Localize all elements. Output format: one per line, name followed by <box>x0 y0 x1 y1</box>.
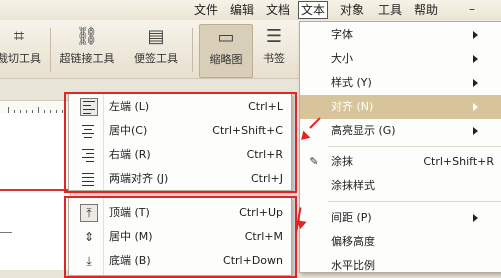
menu-item-label: 高亮显示 (G) <box>331 124 396 137</box>
align-center-icon <box>82 124 96 138</box>
minimize-button[interactable]: – <box>469 3 481 16</box>
smear-icon: ✎ <box>309 155 319 168</box>
menu-item-shortcut: Ctrl+J <box>250 172 283 185</box>
align-right-icon <box>82 148 96 162</box>
menu-item-label: 顶端 (T) <box>109 206 150 219</box>
align-bottom-item[interactable]: ⤓ 底端 (B) Ctrl+Down <box>69 249 291 273</box>
note-icon: ▤ <box>147 26 165 47</box>
menu-item-label: 大小 <box>331 52 353 65</box>
align-left-item[interactable]: 左端 (L) Ctrl+L <box>69 95 291 119</box>
submenu-arrow-icon <box>473 214 478 222</box>
menu-separator <box>328 146 501 147</box>
menu-item-label: 涂抹 <box>331 155 353 168</box>
menu-item-label: 居中 (M) <box>109 230 153 243</box>
bookmark-list-icon: ☰ <box>265 26 283 47</box>
menu-item-label: 两端对齐 (J) <box>109 172 169 185</box>
menu-item-label: 间距 (P) <box>331 211 372 224</box>
menu-item-shortcut: Ctrl+R <box>246 148 283 161</box>
submenu-arrow-icon <box>473 55 478 63</box>
menu-separator <box>328 201 501 202</box>
align-top-icon: ⤒ <box>80 204 98 222</box>
thumbnail-label: 缩略图 <box>209 53 243 66</box>
menu-item-label: 样式 (Y) <box>331 76 372 89</box>
menu-item-label: 居中(C) <box>109 124 148 137</box>
align-right-item[interactable]: 右端 (R) Ctrl+R <box>69 143 291 167</box>
document-text-line <box>0 232 12 233</box>
align-bottom-icon: ⤓ <box>86 254 92 268</box>
submenu-arrow-icon <box>473 31 478 39</box>
crop-icon: ⌗ <box>13 26 25 47</box>
toolbar-divider <box>192 28 193 72</box>
menu-edit[interactable]: 编辑 <box>230 2 254 18</box>
align-justify-icon <box>82 172 96 186</box>
bookmark-label: 书签 <box>263 52 285 65</box>
menu-item-label: 对齐 (N) <box>331 100 374 113</box>
text-menu: 字体 大小 样式 (Y) 对齐 (N) 高亮显示 (G) ✎ 涂抹 Ctrl+S… <box>299 21 501 273</box>
align-left-icon <box>80 98 98 116</box>
menu-item-smear-style[interactable]: 涂抹样式 <box>300 174 501 198</box>
align-middle-icon: ⇕ <box>83 230 95 244</box>
menu-item-style[interactable]: 样式 (Y) <box>300 71 501 95</box>
menu-item-shortcut: Ctrl+Shift+R <box>423 155 494 168</box>
annotation-arrowhead-icon <box>295 220 307 230</box>
menu-item-shortcut: Ctrl+Up <box>239 206 283 219</box>
hyperlink-tool-button[interactable]: ⛓ 超链接工具 <box>54 24 120 76</box>
document-page[interactable] <box>0 113 71 270</box>
menu-item-size[interactable]: 大小 <box>300 47 501 71</box>
vertical-align-submenu: ⤒ 顶端 (T) Ctrl+Up ⇕ 居中 (M) Ctrl+M ⤓ 底端 (B… <box>68 196 292 276</box>
submenu-arrow-icon <box>473 79 478 87</box>
menu-item-label: 涂抹样式 <box>331 179 375 192</box>
menu-item-label: 底端 (B) <box>109 254 151 267</box>
menu-item-shortcut: Ctrl+M <box>244 230 283 243</box>
thumbnail-icon: ▭ <box>217 27 235 48</box>
menu-document[interactable]: 文档 <box>266 2 290 18</box>
menu-item-label: 右端 (R) <box>109 148 151 161</box>
menu-tools[interactable]: 工具 <box>378 2 402 18</box>
toolbar-divider <box>50 28 51 72</box>
crop-tool-label: 裁切工具 <box>0 52 41 65</box>
align-center-item[interactable]: 居中(C) Ctrl+Shift+C <box>69 119 291 143</box>
menu-bar: 文件 编辑 文档 文本 对象 工具 帮助 – <box>0 0 501 20</box>
menu-item-horizontal-scale[interactable]: 水平比例 <box>300 254 501 278</box>
menu-item-highlight[interactable]: 高亮显示 (G) <box>300 119 501 143</box>
note-tool-button[interactable]: ▤ 便签工具 <box>128 24 184 76</box>
menu-help[interactable]: 帮助 <box>414 2 438 18</box>
bookmark-button[interactable]: ☰ 书签 <box>256 24 292 76</box>
annotation-line <box>0 189 70 191</box>
menu-item-font[interactable]: 字体 <box>300 23 501 47</box>
menu-item-label: 水平比例 <box>331 259 375 272</box>
menu-item-smear[interactable]: ✎ 涂抹 Ctrl+Shift+R <box>300 150 501 174</box>
crop-tool-button[interactable]: ⌗ 裁切工具 <box>0 24 48 76</box>
menu-item-label: 左端 (L) <box>109 100 150 113</box>
menu-item-spacing[interactable]: 间距 (P) <box>300 206 501 230</box>
menu-text[interactable]: 文本 <box>298 1 329 19</box>
menu-item-label: 字体 <box>331 28 353 41</box>
link-icon: ⛓ <box>75 26 99 47</box>
menu-object[interactable]: 对象 <box>340 2 364 18</box>
submenu-arrow-icon <box>473 127 478 135</box>
align-top-item[interactable]: ⤒ 顶端 (T) Ctrl+Up <box>69 201 291 225</box>
note-tool-label: 便签工具 <box>134 52 178 65</box>
menu-file[interactable]: 文件 <box>194 2 218 18</box>
menu-item-shortcut: Ctrl+Down <box>223 254 283 267</box>
menu-item-align[interactable]: 对齐 (N) <box>300 95 501 119</box>
submenu-arrow-icon <box>473 103 478 111</box>
align-justify-item[interactable]: 两端对齐 (J) Ctrl+J <box>69 167 291 191</box>
align-submenu: 左端 (L) Ctrl+L 居中(C) Ctrl+Shift+C 右端 (R) … <box>68 92 292 191</box>
menu-item-shortcut: Ctrl+Shift+C <box>212 124 283 137</box>
thumbnail-button[interactable]: ▭ 缩略图 <box>199 24 253 78</box>
menu-item-baseline-offset[interactable]: 偏移高度 <box>300 230 501 254</box>
menu-item-shortcut: Ctrl+L <box>248 100 283 113</box>
menu-item-label: 偏移高度 <box>331 235 375 248</box>
hyperlink-tool-label: 超链接工具 <box>59 52 115 65</box>
align-middle-item[interactable]: ⇕ 居中 (M) Ctrl+M <box>69 225 291 249</box>
